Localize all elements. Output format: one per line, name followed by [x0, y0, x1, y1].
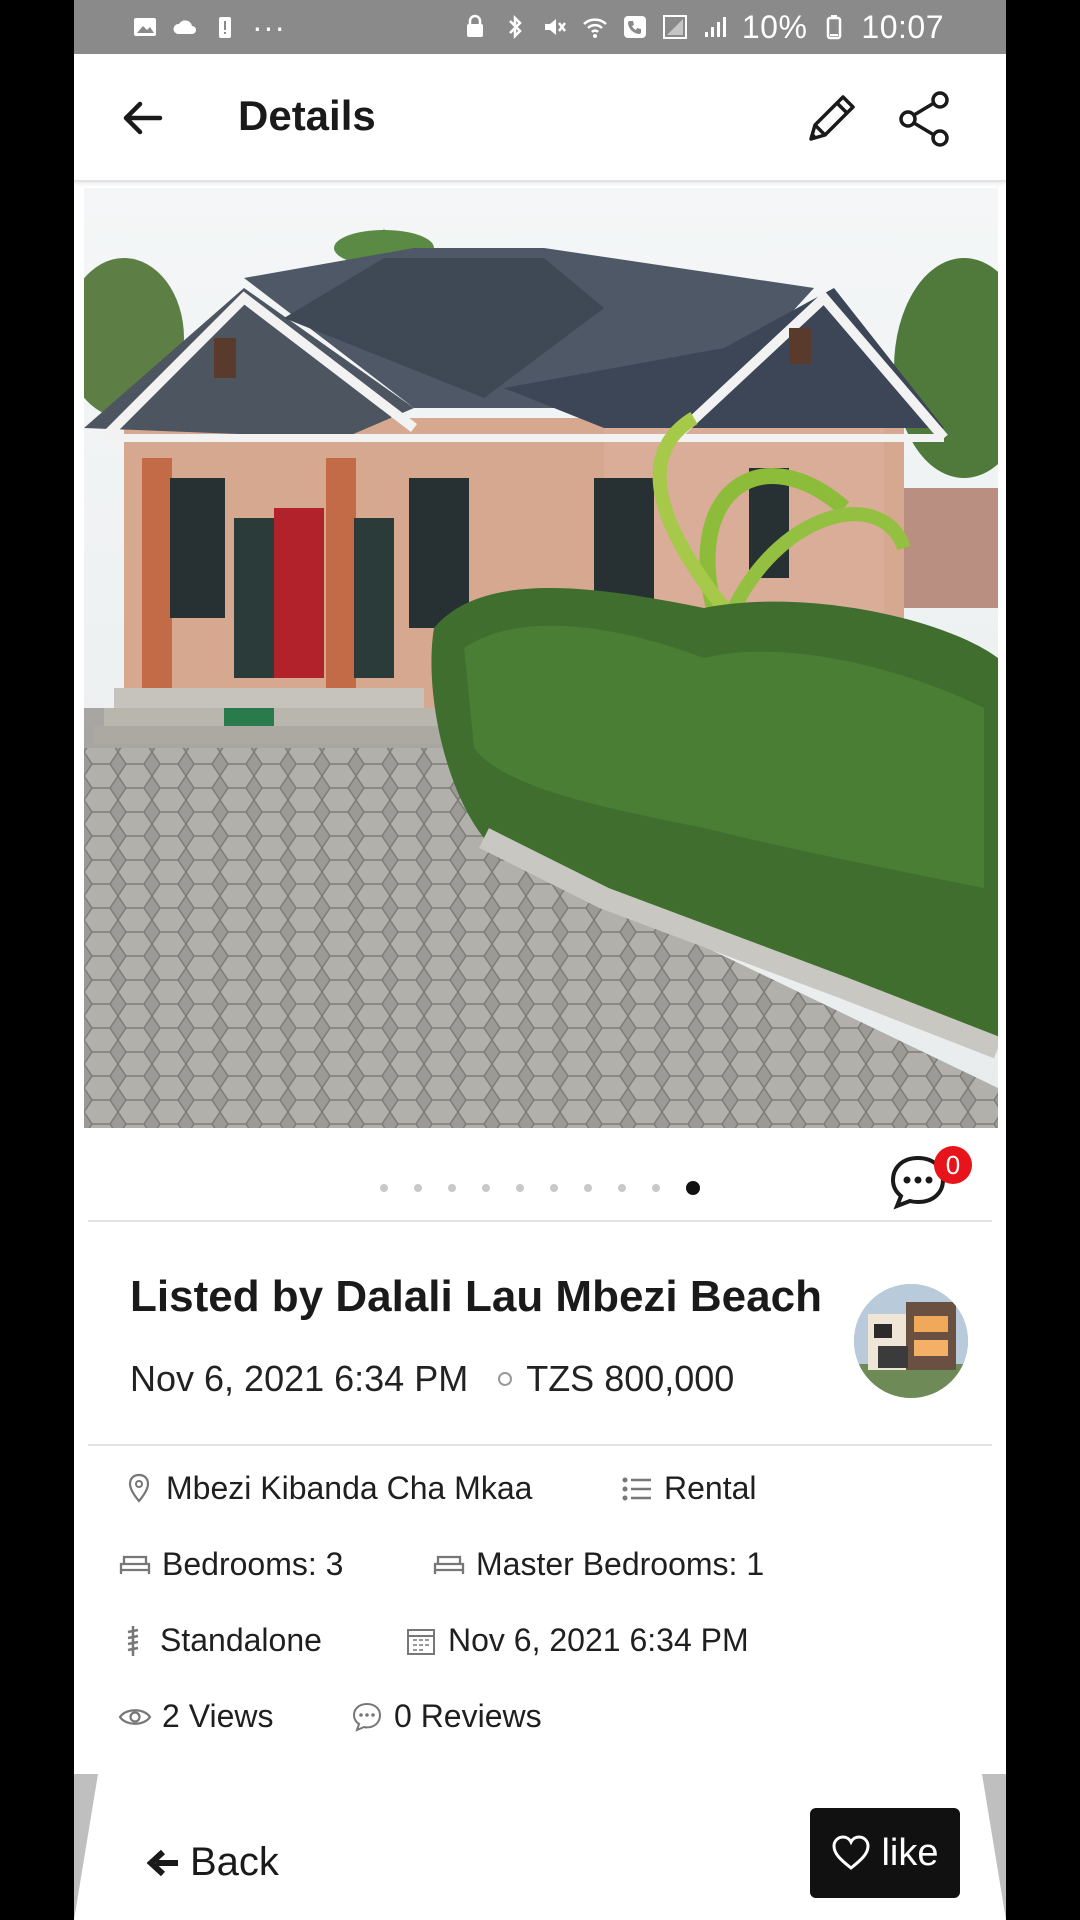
listed-by: Listed by Dalali Lau Mbezi Beach [130, 1272, 822, 1321]
gallery-icon [134, 18, 156, 36]
lister-avatar[interactable] [854, 1284, 968, 1398]
divider [88, 1220, 992, 1222]
date-detail: Nov 6, 2021 6:34 PM [404, 1622, 749, 1659]
pager-dot[interactable] [652, 1184, 660, 1192]
pager-dot[interactable] [584, 1184, 592, 1192]
reviews-detail[interactable]: 0 Reviews [350, 1698, 542, 1735]
location-detail: Mbezi Kibanda Cha Mkaa [122, 1470, 532, 1507]
wifi-icon [583, 18, 607, 38]
mute-icon [544, 19, 566, 35]
pager-dot[interactable] [380, 1184, 388, 1192]
like-button[interactable]: like [810, 1808, 960, 1898]
category-detail: Rental [620, 1470, 757, 1507]
status-more: ··· [252, 8, 286, 45]
eye-icon [118, 1700, 152, 1734]
property-photo[interactable] [84, 188, 998, 1128]
arrow-left-icon [146, 1849, 178, 1876]
app-screen: ··· 10% 10:07 Details 0 Listed by Dalali… [74, 0, 1006, 1920]
cloud-icon [173, 20, 196, 34]
back-button[interactable]: Back [146, 1840, 279, 1885]
bottom-edge-shadow [74, 1774, 98, 1920]
status-right: 10% 10:07 [462, 9, 944, 46]
pager-dot[interactable] [482, 1184, 490, 1192]
pager-dot[interactable] [618, 1184, 626, 1192]
app-bar: Details [74, 54, 1006, 182]
pager-dot[interactable] [550, 1184, 558, 1192]
house-image [84, 188, 998, 1128]
image-pager [74, 1160, 1006, 1216]
comment-icon [350, 1700, 384, 1734]
pager-dot[interactable] [448, 1184, 456, 1192]
lock-icon [466, 14, 483, 37]
divider [88, 1444, 992, 1446]
building-icon [116, 1624, 150, 1658]
pager-dot-active[interactable] [686, 1181, 700, 1195]
share-button[interactable] [894, 88, 956, 150]
battery-alert-icon [219, 17, 231, 38]
bluetooth-icon [508, 14, 522, 40]
calendar-icon [404, 1624, 438, 1658]
master-bedrooms-detail: Master Bedrooms: 1 [432, 1546, 764, 1583]
arrow-left-icon [123, 101, 163, 135]
views-detail: 2 Views [118, 1698, 273, 1735]
category-text: Rental [664, 1470, 757, 1506]
bed-icon [118, 1548, 152, 1582]
property-type-detail: Standalone [116, 1622, 322, 1659]
bottom-action-bar: Back like [74, 1774, 1006, 1920]
price: TZS 800,000 [526, 1358, 735, 1399]
views-text: 2 Views [162, 1698, 274, 1734]
location-text: Mbezi Kibanda Cha Mkaa [166, 1470, 533, 1506]
master-bedrooms-text: Master Bedrooms: 1 [476, 1546, 765, 1582]
bed-icon [432, 1548, 466, 1582]
avatar-image [854, 1284, 968, 1398]
pager-dot[interactable] [516, 1184, 524, 1192]
listing-meta: Nov 6, 2021 6:34 PM TZS 800,000 [130, 1358, 734, 1400]
bedrooms-detail: Bedrooms: 3 [118, 1546, 343, 1583]
map-pin-icon [122, 1472, 156, 1506]
status-bar: ··· 10% 10:07 [74, 0, 1006, 54]
property-type-text: Standalone [160, 1622, 322, 1658]
battery-icon [827, 15, 842, 40]
posted-date: Nov 6, 2021 6:34 PM [130, 1358, 469, 1399]
back-button-label: Back [190, 1840, 279, 1884]
date-text: Nov 6, 2021 6:34 PM [448, 1622, 749, 1658]
edit-button[interactable] [800, 88, 862, 150]
list-icon [620, 1472, 654, 1506]
status-left: ··· [132, 9, 285, 46]
separator-dot-icon [498, 1372, 513, 1386]
clock: 10:07 [861, 8, 944, 45]
call-icon [623, 16, 646, 38]
battery-percent: 10% [741, 8, 808, 45]
page-title: Details [238, 92, 376, 139]
comment-count-badge: 0 [934, 1146, 972, 1184]
signal-icon [662, 15, 687, 39]
bedrooms-text: Bedrooms: 3 [162, 1546, 344, 1582]
like-button-label: like [881, 1831, 939, 1874]
heart-icon [832, 1835, 870, 1870]
reviews-text: 0 Reviews [394, 1698, 542, 1734]
pager-dot[interactable] [414, 1184, 422, 1192]
bottom-edge-shadow [982, 1774, 1006, 1920]
share-icon [899, 91, 949, 147]
pencil-icon [809, 95, 855, 141]
cell-signal-icon [704, 17, 726, 37]
back-arrow-button[interactable] [112, 88, 172, 148]
